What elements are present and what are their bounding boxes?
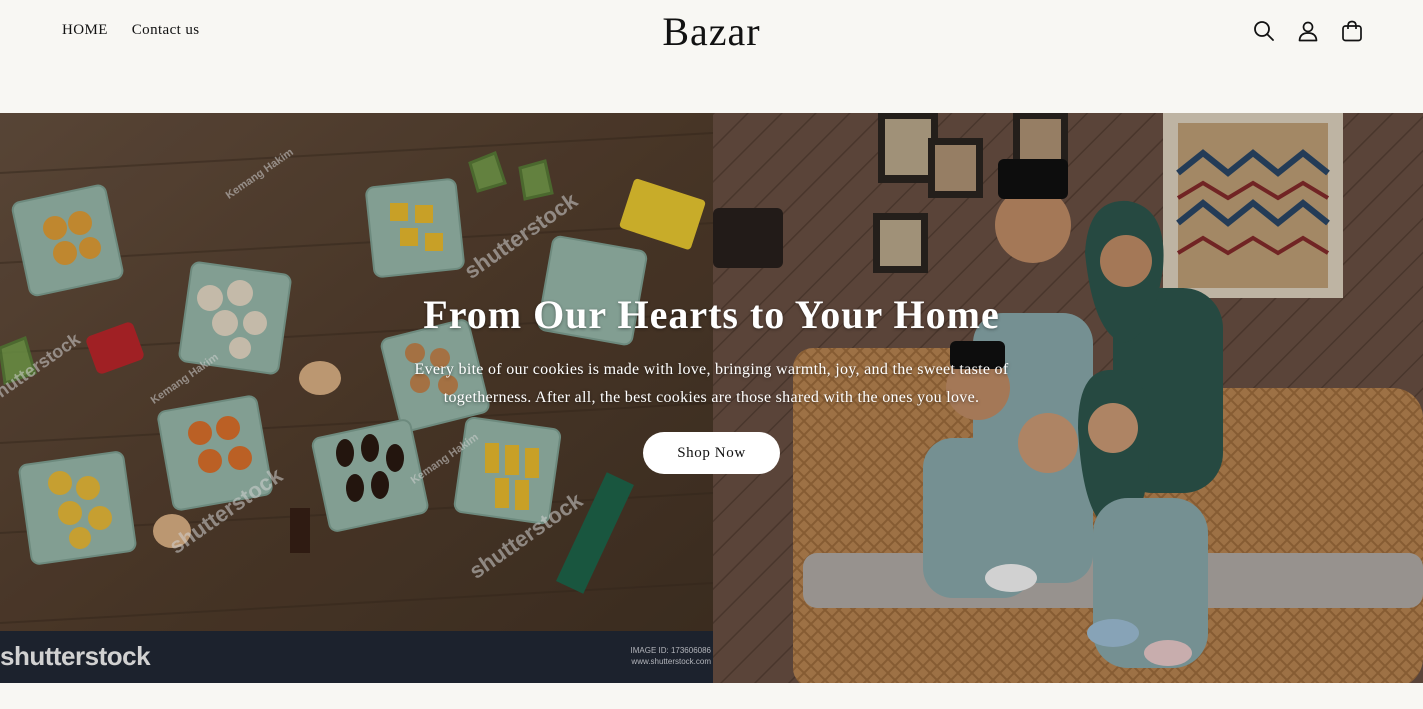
hero-title: From Our Hearts to Your Home: [423, 292, 1000, 337]
site-header: HOME Contact us Bazar: [0, 0, 1423, 113]
main-nav: HOME Contact us: [62, 22, 200, 39]
hero-content: From Our Hearts to Your Home Every bite …: [0, 291, 1423, 474]
site-logo-wrap: Bazar: [0, 8, 1423, 55]
shop-now-button[interactable]: Shop Now: [643, 432, 780, 474]
account-icon[interactable]: [1296, 19, 1320, 43]
hero-banner: shutterstock shutterstock shutterstock s…: [0, 113, 1423, 683]
hero-description: Every bite of our cookies is made with l…: [414, 361, 1009, 406]
search-icon[interactable]: [1252, 19, 1276, 43]
nav-home-link[interactable]: HOME: [62, 22, 108, 39]
site-logo[interactable]: Bazar: [662, 9, 760, 54]
cart-icon[interactable]: [1340, 19, 1364, 43]
header-icons: [1252, 19, 1364, 43]
nav-contact-link[interactable]: Contact us: [132, 22, 200, 39]
